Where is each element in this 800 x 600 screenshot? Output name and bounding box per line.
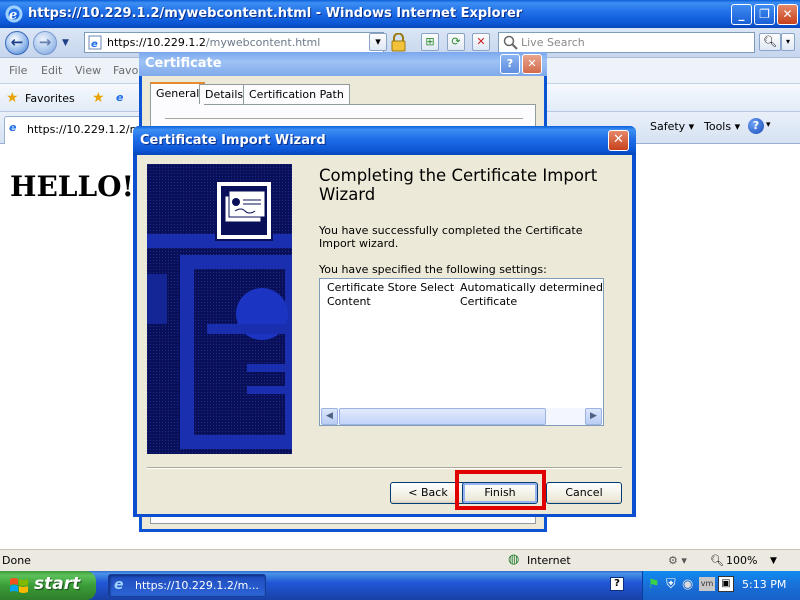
wizard-art: [147, 164, 292, 454]
search-go-button[interactable]: 🔍︎: [759, 33, 781, 51]
setting-name: Certificate Store Selected: [327, 281, 455, 294]
search-icon: [503, 35, 518, 50]
vm-tools-icon[interactable]: vm: [699, 577, 715, 591]
address-host: https://10.229.1.2: [107, 36, 206, 49]
svg-text:e: e: [91, 39, 98, 50]
wizard-description: You have successfully completed the Cert…: [319, 224, 583, 250]
taskbar-ie-item[interactable]: https://10.229.1.2/m...: [108, 574, 266, 597]
forward-arrow-icon[interactable]: →: [33, 31, 57, 55]
wizard-heading: Completing the Certificate Import Wizard: [319, 166, 598, 204]
menu-file[interactable]: File: [9, 64, 27, 77]
menu-view[interactable]: View: [75, 64, 101, 77]
wizard-title-bar: Certificate Import Wizard: [133, 126, 636, 155]
ie-title-bar: e https://10.229.1.2/mywebcontent.html -…: [0, 0, 800, 28]
help-tray-icon[interactable]: ?: [610, 577, 624, 591]
tab-certification-path[interactable]: Certification Path: [243, 84, 350, 104]
help-chevron-icon[interactable]: ▾: [766, 120, 771, 130]
page-heading: HELLO!: [10, 170, 134, 203]
cancel-button[interactable]: Cancel: [546, 482, 622, 504]
zoom-icon: 🔍︎: [710, 554, 724, 567]
scroll-right-icon[interactable]: ▶: [585, 408, 602, 425]
scroll-left-icon[interactable]: ◀: [321, 408, 338, 425]
back-arrow-icon[interactable]: ←: [5, 31, 29, 55]
help-icon[interactable]: ?: [748, 118, 764, 134]
suggested-sites-icon[interactable]: e: [116, 91, 123, 104]
svg-text:e: e: [9, 8, 17, 23]
zoom-level[interactable]: 100%: [726, 554, 757, 567]
button-separator: [147, 467, 622, 469]
address-path: /mywebcontent.html: [205, 36, 321, 49]
ie-logo-icon: e: [5, 5, 23, 23]
internet-globe-icon: ◍: [508, 552, 520, 567]
status-bar: Done ◍ Internet ⚙ ▾ 🔍︎ 100% ▼: [0, 549, 800, 571]
taskbar-ie-icon: e: [114, 577, 124, 593]
refresh-icon[interactable]: ⟳: [447, 33, 465, 51]
wizard-title-text: Certificate Import Wizard: [140, 133, 326, 148]
certificate-dialog-title: Certificate: [139, 52, 547, 76]
recent-pages-chevron-icon[interactable]: ▼: [62, 38, 69, 48]
display-tray-icon[interactable]: ▣: [718, 576, 734, 592]
status-text: Done: [2, 554, 31, 567]
volume-icon[interactable]: ◉: [682, 577, 693, 592]
taskbar-item-label: https://10.229.1.2/m...: [135, 579, 259, 592]
search-options-icon[interactable]: ▾: [781, 33, 795, 51]
certificate-help-button[interactable]: ?: [500, 54, 520, 74]
menu-favorites[interactable]: Favo: [113, 64, 138, 77]
taskbar-clock: 5:13 PM: [742, 578, 787, 591]
certificate-divider: [165, 118, 523, 120]
tab-ie-icon: e: [9, 121, 17, 134]
address-bar[interactable]: https://10.229.1.2/mywebcontent.html: [84, 32, 384, 53]
maximize-button[interactable]: ❐: [754, 4, 775, 25]
favorites-button[interactable]: Favorites: [25, 92, 75, 105]
wizard-close-button[interactable]: ✕: [608, 130, 629, 151]
setting-value: Certificate: [460, 295, 518, 308]
address-dropdown-icon[interactable]: ▾: [369, 33, 387, 51]
zoom-chevron-icon[interactable]: ▼: [770, 556, 777, 566]
settings-list[interactable]: Certificate Store Selected Automatically…: [319, 278, 604, 426]
windows-logo-icon: [10, 578, 28, 593]
scrollbar-thumb[interactable]: [339, 408, 546, 425]
tab-label: https://10.229.1.2/m: [27, 123, 141, 136]
certificate-title-text: Certificate: [145, 56, 222, 71]
safety-menu[interactable]: Safety ▾: [650, 120, 694, 133]
protected-mode-icon[interactable]: ⚙ ▾: [668, 554, 687, 567]
safety-label: Safety: [650, 120, 686, 133]
star-icon: ★: [6, 90, 19, 106]
horizontal-scrollbar[interactable]: ◀ ▶: [321, 408, 602, 425]
window-title: https://10.229.1.2/mywebcontent.html - W…: [28, 6, 523, 21]
network-icon[interactable]: ⚑: [648, 577, 660, 592]
settings-label: You have specified the following setting…: [319, 263, 547, 276]
setting-name: Content: [327, 295, 371, 308]
menu-edit[interactable]: Edit: [41, 64, 62, 77]
tools-label: Tools: [704, 120, 732, 133]
tools-menu[interactable]: Tools ▾: [704, 120, 740, 133]
security-tray-icon[interactable]: ⛨: [666, 577, 676, 592]
certificate-close-button[interactable]: ✕: [522, 54, 542, 74]
start-label: start: [34, 574, 81, 594]
add-favorite-icon[interactable]: ★: [92, 90, 105, 106]
zone-text: Internet: [527, 554, 571, 567]
compatibility-icon[interactable]: ⊞: [421, 33, 439, 51]
lock-icon[interactable]: [390, 32, 407, 52]
finish-highlight-box: [455, 470, 546, 510]
minimize-button[interactable]: _: [731, 4, 752, 25]
close-window-button[interactable]: ✕: [777, 4, 798, 25]
wizard-banner-image: [147, 164, 292, 454]
stop-icon[interactable]: ✕: [472, 33, 490, 51]
setting-value: Automatically determined by t: [460, 281, 603, 294]
tab-general[interactable]: General: [150, 82, 206, 105]
tab-details[interactable]: Details: [199, 84, 250, 104]
browser-tab[interactable]: https://10.229.1.2/m: [4, 116, 144, 144]
page-ie-icon: e: [88, 35, 102, 50]
search-input[interactable]: Live Search: [498, 32, 755, 53]
